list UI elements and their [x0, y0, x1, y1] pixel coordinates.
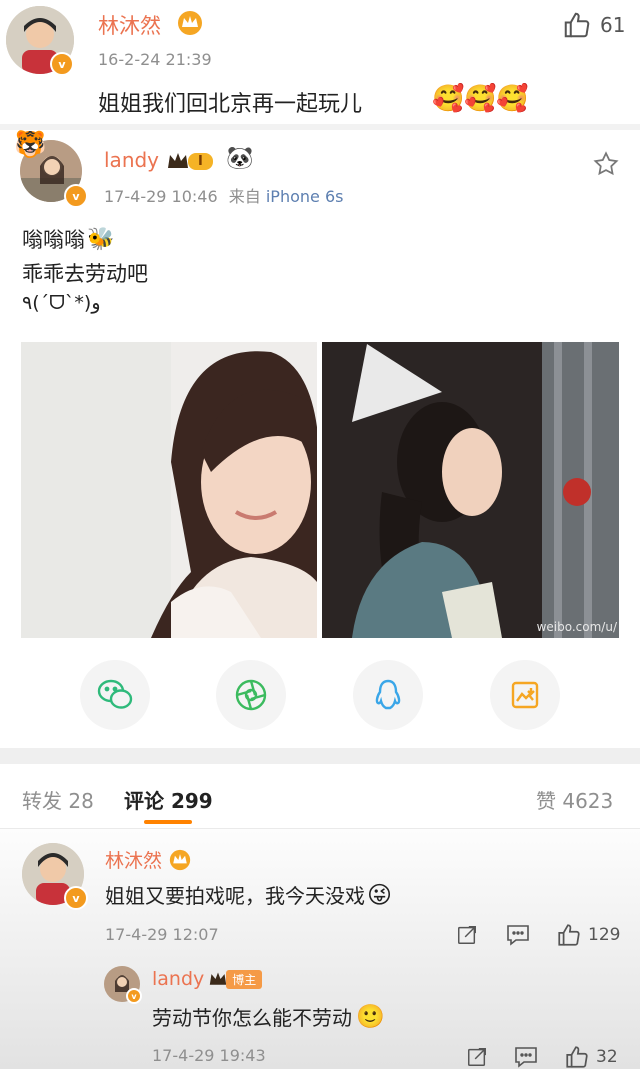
- reply-like-button[interactable]: 32: [564, 1044, 618, 1070]
- reply-header: landy 博主: [152, 968, 263, 990]
- top-comment-time: 16-2-24 21:39: [98, 50, 212, 69]
- portrait-photo: [21, 342, 317, 638]
- reply-like-count: 32: [596, 1047, 618, 1067]
- crown-icon: [210, 972, 227, 985]
- download-image-icon: [511, 681, 539, 709]
- thumbs-up-icon: [558, 924, 580, 946]
- repost-icon[interactable]: [466, 1046, 488, 1068]
- divider: [0, 124, 640, 130]
- panda-icon: 🐼: [226, 146, 254, 171]
- thumbs-up-icon: [564, 12, 590, 38]
- tab-like[interactable]: 赞 4623: [536, 785, 613, 814]
- top-comment-like-count: 61: [600, 13, 626, 37]
- post-source-label: 来自: [228, 187, 261, 206]
- comment-text: 姐姐又要拍戏呢，我今天没戏: [105, 884, 365, 908]
- post-source-device[interactable]: iPhone 6s: [266, 187, 344, 206]
- share-moments-button[interactable]: [216, 660, 286, 730]
- comment-area-bg: [0, 829, 640, 1069]
- post-photo[interactable]: [21, 342, 317, 638]
- bee-icon: 🐝: [87, 226, 115, 252]
- reply-username[interactable]: landy: [152, 968, 204, 990]
- tab-comment[interactable]: 评论 299: [124, 785, 213, 814]
- post-line: 嗡嗡嗡 🐝: [22, 224, 114, 254]
- crown-icon: [178, 11, 202, 35]
- top-comment-text: 姐姐我们回北京再一起玩儿: [98, 92, 363, 117]
- reply-icon[interactable]: [514, 1046, 538, 1068]
- comment-like-count: 129: [588, 925, 621, 945]
- post-text-line: 嗡嗡嗡: [22, 228, 85, 252]
- post-text-line: ٩(ˊᗜˋ*)و: [22, 292, 101, 314]
- comment-time: 17-4-29 12:07: [105, 925, 219, 944]
- tiger-pendant-icon: 🐯: [14, 130, 47, 160]
- wechat-icon: [97, 679, 133, 709]
- emoji-blush-icon: 🥰: [464, 84, 497, 114]
- comment-like-button[interactable]: 129: [556, 922, 620, 948]
- profile-photo: [322, 342, 619, 638]
- verified-badge-icon: v: [64, 886, 88, 910]
- reply-icon[interactable]: [506, 924, 530, 946]
- star-icon[interactable]: [592, 150, 620, 178]
- save-image-button[interactable]: [490, 660, 560, 730]
- post-username[interactable]: landy: [104, 148, 159, 172]
- reply-text-row: 劳动节你怎么能不劳动 🙂: [152, 1002, 385, 1031]
- post-meta: 17-4-29 10:46 来自 iPhone 6s: [104, 183, 343, 207]
- post-text-line: 乖乖去劳动吧: [22, 262, 148, 286]
- section-divider: [0, 748, 640, 764]
- tab-indicator: [144, 820, 192, 824]
- emoji-blush-icon: 🥰: [496, 84, 529, 114]
- reply-time: 17-4-29 19:43: [152, 1046, 266, 1065]
- vip-level-badge: I: [166, 150, 213, 172]
- emoji-blush-icon: 🥰: [432, 84, 465, 114]
- aperture-icon: [235, 679, 267, 711]
- repost-icon[interactable]: [456, 924, 478, 946]
- reply-text: 劳动节你怎么能不劳动: [152, 1006, 352, 1030]
- verified-badge-icon: v: [50, 52, 74, 76]
- top-comment-like-button[interactable]: 61: [562, 10, 625, 40]
- crown-icon: [168, 153, 188, 168]
- tab-repost[interactable]: 转发 28: [22, 785, 94, 814]
- comment-text-row: 姐姐又要拍戏呢，我今天没戏 😜: [105, 880, 392, 909]
- emoji-smile-icon: 🙂: [356, 1004, 385, 1030]
- thumbs-up-icon: [566, 1046, 588, 1068]
- qq-penguin-icon: [375, 679, 401, 710]
- post-photo[interactable]: weibo.com/u/: [322, 342, 619, 638]
- author-badge: 博主: [226, 969, 263, 989]
- share-wechat-button[interactable]: [80, 660, 150, 730]
- photo-watermark: weibo.com/u/: [536, 620, 617, 634]
- comment-username[interactable]: 林沐然: [105, 846, 162, 873]
- vip-level: I: [188, 152, 213, 170]
- top-comment-username[interactable]: 林沐然: [98, 10, 161, 40]
- post-time: 17-4-29 10:46: [104, 187, 218, 206]
- verified-badge-icon: v: [126, 988, 142, 1004]
- verified-badge-icon: v: [64, 184, 88, 208]
- comment-header: 林沐然: [105, 846, 192, 873]
- crown-icon: [169, 849, 191, 870]
- emoji-tongue-icon: 😜: [367, 880, 393, 909]
- share-qq-button[interactable]: [353, 660, 423, 730]
